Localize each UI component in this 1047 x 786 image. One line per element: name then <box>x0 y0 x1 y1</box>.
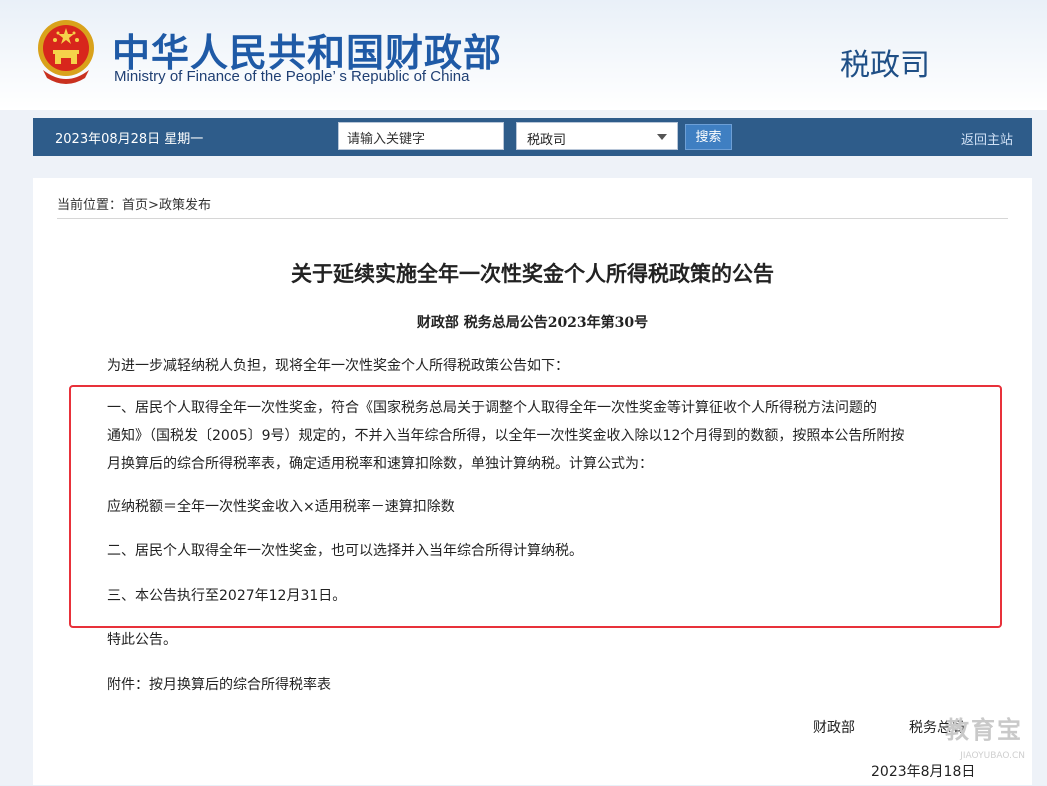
breadcrumb-separator: > <box>148 198 159 213</box>
department-select-value: 税政司 <box>527 133 567 148</box>
publish-date: 2023年8月18日 <box>871 764 976 780</box>
chevron-down-icon <box>657 134 667 140</box>
watermark-logo: 教育宝 <box>945 716 1023 744</box>
breadcrumb-home-link[interactable]: 首页 <box>122 198 148 213</box>
nav-bar: 2023年08月28日 星期一 请输入关键字 税政司 搜索 返回主站 <box>33 118 1032 156</box>
return-home-link[interactable]: 返回主站 <box>961 129 1013 148</box>
article-intro: 为进一步减轻纳税人负担，现将全年一次性奖金个人所得税政策公告如下： <box>107 358 569 374</box>
divider <box>57 218 1008 219</box>
breadcrumb-label: 当前位置： <box>57 198 123 213</box>
watermark-url: JIAOYUBAO.CN <box>960 751 1025 761</box>
signature-ministry: 财政部 <box>813 720 855 736</box>
site-title-english: Ministry of Finance of the People’ s Rep… <box>114 68 470 85</box>
current-date: 2023年08月28日 星期一 <box>55 132 204 147</box>
search-button[interactable]: 搜索 <box>685 124 732 150</box>
search-input[interactable]: 请输入关键字 <box>338 122 504 150</box>
site-header: 中华人民共和国财政部 Ministry of Finance of the Pe… <box>0 0 1047 110</box>
attachment-link[interactable]: 附件：按月换算后的综合所得税率表 <box>107 671 331 699</box>
paragraph-1-line-3: 月换算后的综合所得税率表，确定适用税率和速算扣除数，单独计算纳税。计算公式为： <box>107 456 653 472</box>
national-emblem-icon <box>38 20 94 84</box>
tax-formula: 应纳税额＝全年一次性奖金收入×适用税率－速算扣除数 <box>107 499 455 515</box>
paragraph-2: 二、居民个人取得全年一次性奖金，也可以选择并入当年综合所得计算纳税。 <box>107 543 583 559</box>
department-select[interactable]: 税政司 <box>516 122 678 150</box>
article-container: 当前位置：首页>政策发布 关于延续实施全年一次性奖金个人所得税政策的公告 财政部… <box>33 178 1032 785</box>
article-subtitle: 财政部 税务总局公告2023年第30号 <box>416 315 649 331</box>
closing-text: 特此公告。 <box>107 632 177 648</box>
paragraph-1-line-1: 一、居民个人取得全年一次性奖金，符合《国家税务总局关于调整个人取得全年一次性奖金… <box>107 400 877 416</box>
department-name: 税政司 <box>840 48 930 83</box>
paragraph-1-line-2: 通知》（国税发〔2005〕9号）规定的，不并入当年综合所得，以全年一次性奖金收入… <box>107 428 905 444</box>
breadcrumb: 当前位置：首页>政策发布 <box>57 194 211 213</box>
article-title: 关于延续实施全年一次性奖金个人所得税政策的公告 <box>291 261 774 286</box>
paragraph-3: 三、本公告执行至2027年12月31日。 <box>107 588 347 604</box>
breadcrumb-current-link[interactable]: 政策发布 <box>159 198 211 213</box>
